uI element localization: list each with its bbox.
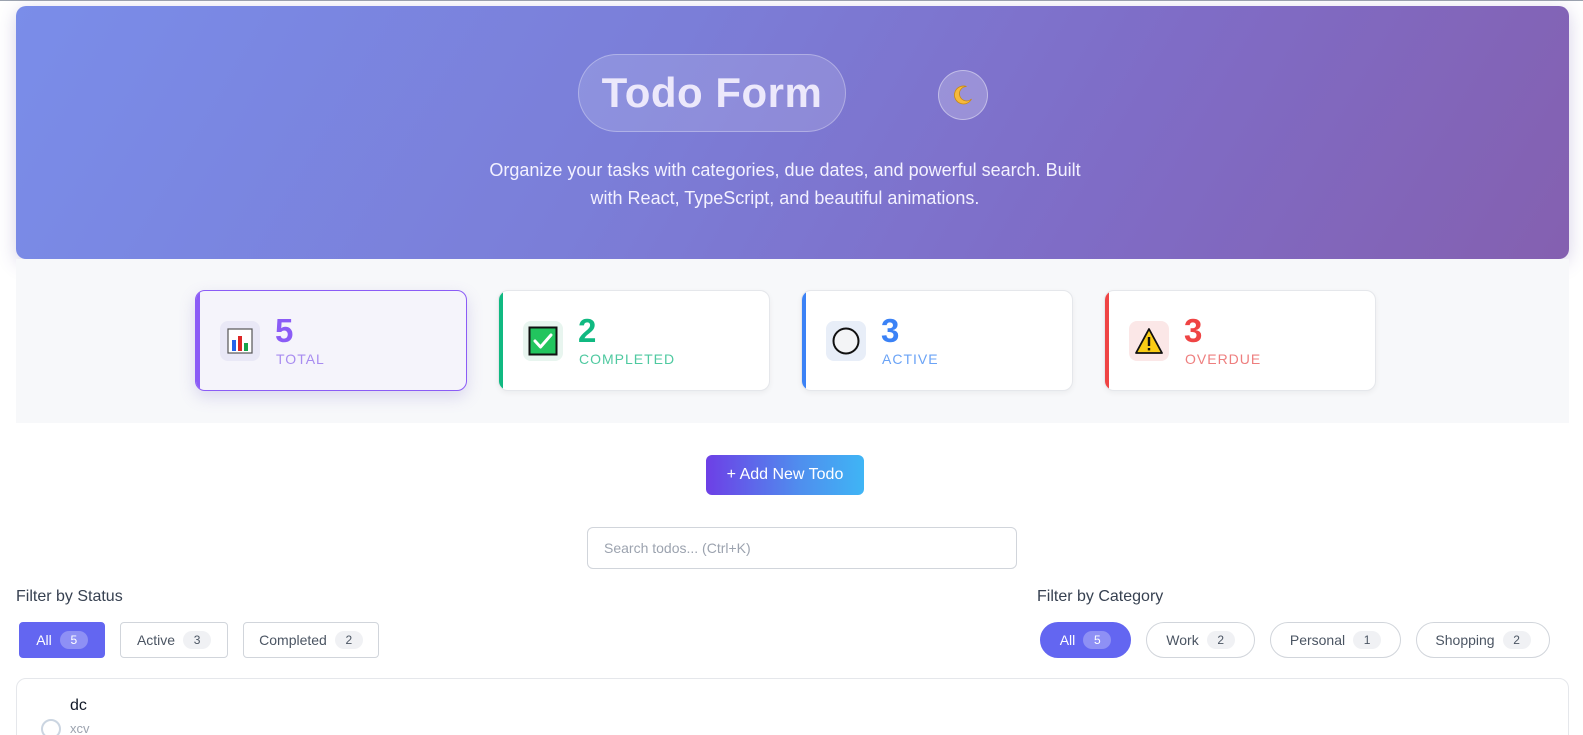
chip-label: Work	[1166, 632, 1199, 648]
status-filter-heading: Filter by Status	[16, 588, 123, 605]
circle-icon	[826, 321, 866, 361]
stat-accent-bar	[1105, 291, 1109, 390]
hero-header: Todo Form Organize your tasks with categ…	[16, 6, 1569, 259]
stat-active-value: 3	[881, 312, 900, 349]
stat-card-overdue[interactable]: 3 OVERDUE	[1104, 290, 1376, 391]
category-filter-all[interactable]: All 5	[1040, 622, 1131, 658]
category-filter-heading: Filter by Category	[1037, 588, 1164, 605]
chip-count: 3	[183, 631, 212, 649]
chip-count: 2	[1502, 631, 1531, 649]
app-subtitle: Organize your tasks with categories, due…	[489, 160, 1081, 208]
top-border	[0, 0, 1583, 1]
app-title-pill: Todo Form	[578, 54, 846, 132]
stat-card-total[interactable]: 5 TOTAL	[195, 290, 467, 391]
moon-icon	[954, 85, 972, 105]
stat-active-label: ACTIVE	[882, 351, 939, 367]
todo-title: dc	[70, 697, 87, 714]
chip-count: 2	[1206, 631, 1235, 649]
stat-accent-bar	[196, 291, 200, 390]
status-filter-all[interactable]: All 5	[19, 622, 105, 658]
chip-count: 5	[1083, 631, 1112, 649]
chip-count: 5	[59, 631, 88, 649]
category-filter-shopping[interactable]: Shopping 2	[1416, 622, 1550, 658]
stat-completed-value: 2	[578, 312, 597, 349]
check-box-icon	[523, 321, 563, 361]
todo-item[interactable]: dc xcv	[16, 678, 1569, 735]
stat-accent-bar	[499, 291, 503, 390]
app-title: Todo Form	[601, 69, 823, 116]
todo-description: xcv	[70, 721, 90, 735]
add-todo-button[interactable]: + Add New Todo	[706, 455, 864, 495]
stat-total-label: TOTAL	[276, 351, 325, 367]
warning-icon	[1129, 321, 1169, 361]
stat-accent-bar	[802, 291, 806, 390]
theme-toggle-button[interactable]	[938, 70, 988, 120]
chip-label: All	[36, 632, 52, 648]
todo-complete-checkbox[interactable]	[41, 719, 61, 735]
category-filter-personal[interactable]: Personal 1	[1270, 622, 1401, 658]
stat-total-value: 5	[275, 312, 294, 349]
category-filter-work[interactable]: Work 2	[1146, 622, 1255, 658]
stat-completed-label: COMPLETED	[579, 351, 676, 367]
chip-count: 1	[1353, 631, 1382, 649]
chip-label: Completed	[259, 632, 327, 648]
chip-label: Shopping	[1435, 632, 1495, 648]
search-input[interactable]	[587, 527, 1017, 569]
chip-label: Active	[136, 632, 176, 648]
chip-label: All	[1059, 632, 1076, 648]
stat-overdue-label: OVERDUE	[1185, 351, 1262, 367]
stat-card-completed[interactable]: 2 COMPLETED	[498, 290, 770, 391]
stat-card-active[interactable]: 3 ACTIVE	[801, 290, 1073, 391]
bar-chart-icon	[220, 321, 260, 361]
stat-overdue-value: 3	[1184, 312, 1203, 349]
status-filter-completed[interactable]: Completed 2	[243, 622, 379, 658]
chip-count: 2	[334, 631, 363, 649]
status-filter-active[interactable]: Active 3	[120, 622, 228, 658]
chip-label: Personal	[1289, 632, 1346, 648]
